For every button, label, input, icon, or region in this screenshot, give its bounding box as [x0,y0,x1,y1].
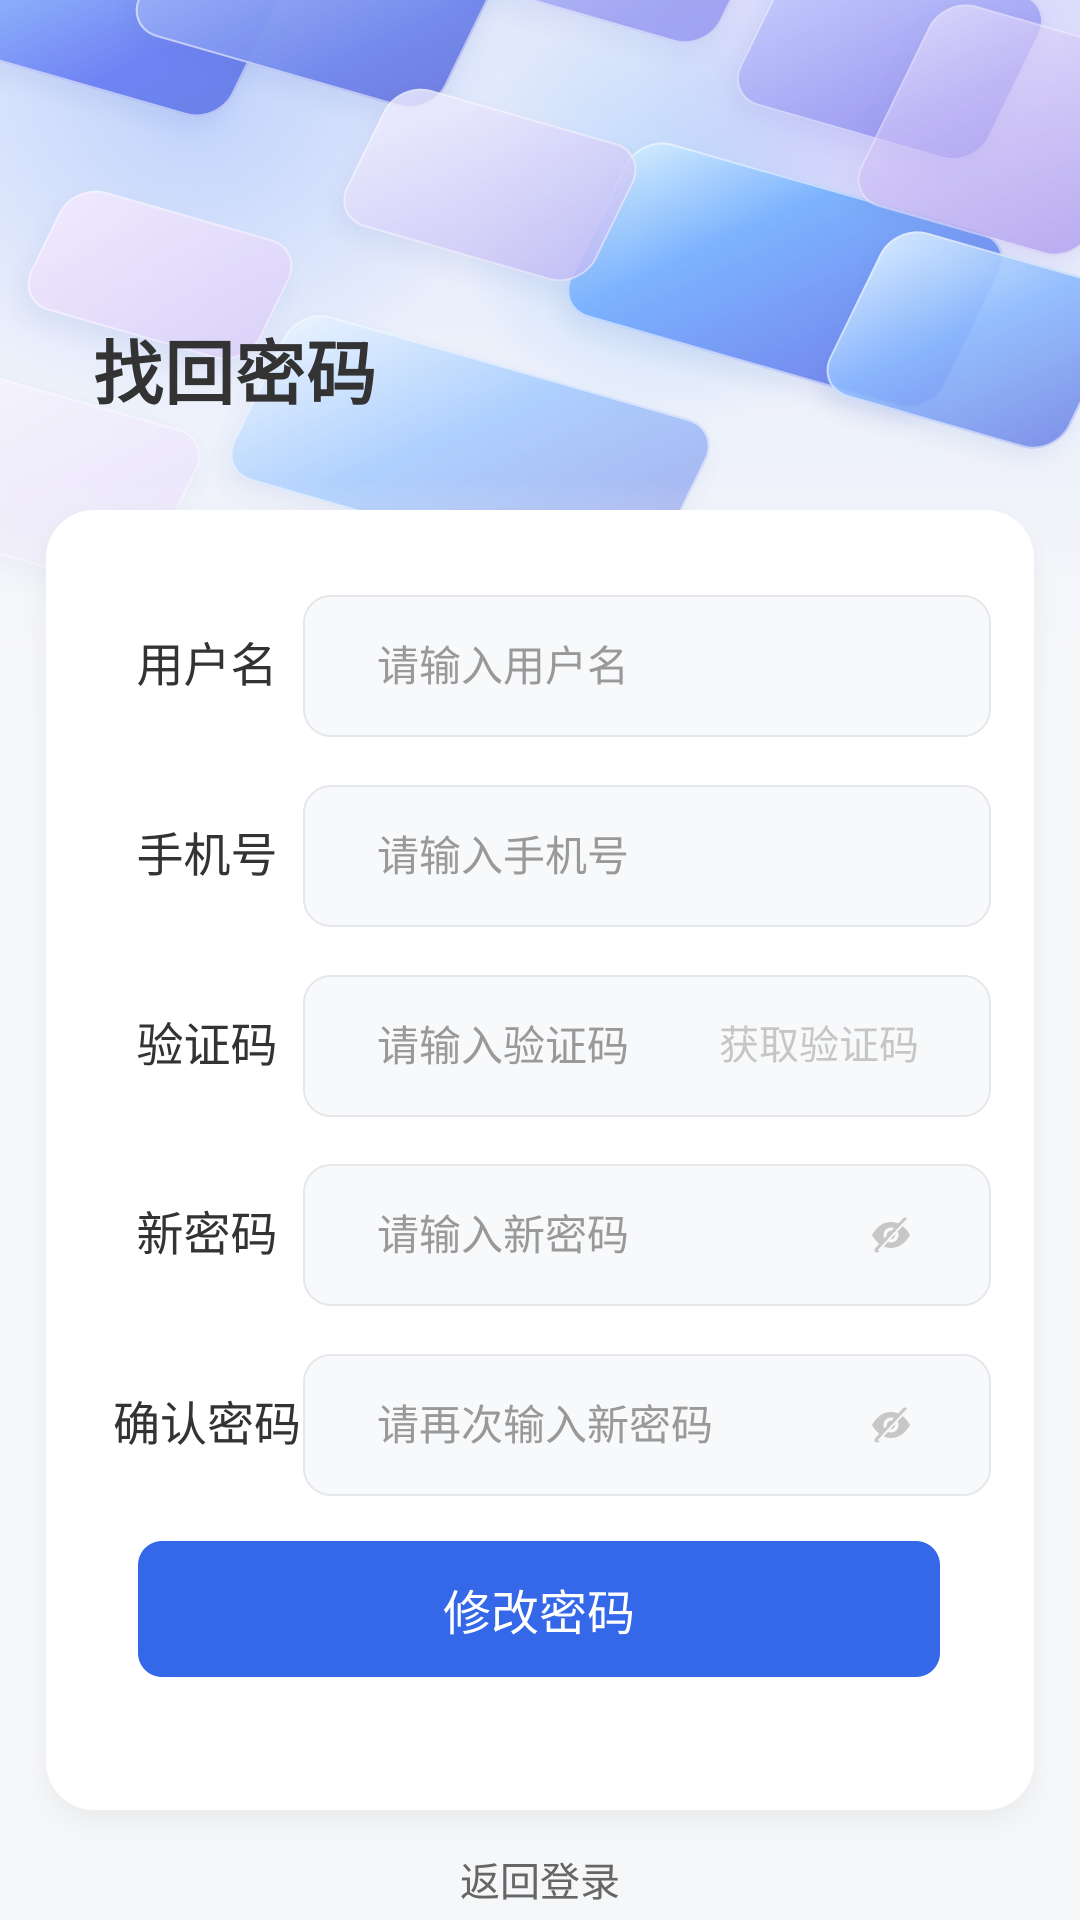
phone-label: 手机号 [136,829,278,884]
username-row: 用户名 [46,595,1034,739]
username-input-box[interactable] [303,595,991,737]
eye-off-icon[interactable] [867,1211,915,1259]
change-password-button[interactable]: 修改密码 [138,1541,940,1677]
verification-code-row: 验证码 获取验证码 [46,975,1034,1119]
new-password-input[interactable] [377,1166,827,1304]
decorative-glass-tile [437,0,783,52]
new-password-row: 新密码 [46,1164,1034,1308]
confirm-password-input-box[interactable] [303,1354,991,1496]
password-recovery-card: 用户名 手机号 验证码 获取验证码 新密码 [46,510,1034,1810]
new-password-label: 新密码 [136,1208,278,1263]
eye-off-icon[interactable] [867,1401,915,1449]
confirm-password-row: 确认密码 [46,1354,1034,1498]
password-recovery-page: 找回密码 用户名 手机号 验证码 获取验证码 新密码 [0,0,1080,1920]
back-to-login-link[interactable]: 返回登录 [0,1850,1080,1908]
confirm-password-label: 确认密码 [113,1398,301,1453]
username-input[interactable] [377,597,827,735]
verification-code-input[interactable] [377,977,697,1115]
page-title: 找回密码 [94,333,378,415]
phone-row: 手机号 [46,785,1034,929]
phone-input-box[interactable] [303,785,991,927]
verification-code-label: 验证码 [136,1019,278,1074]
get-verification-code-button[interactable]: 获取验证码 [719,977,919,1115]
verification-code-input-box[interactable]: 获取验证码 [303,975,991,1117]
new-password-input-box[interactable] [303,1164,991,1306]
phone-input[interactable] [377,787,827,925]
confirm-password-input[interactable] [377,1356,827,1494]
username-label: 用户名 [136,639,278,694]
